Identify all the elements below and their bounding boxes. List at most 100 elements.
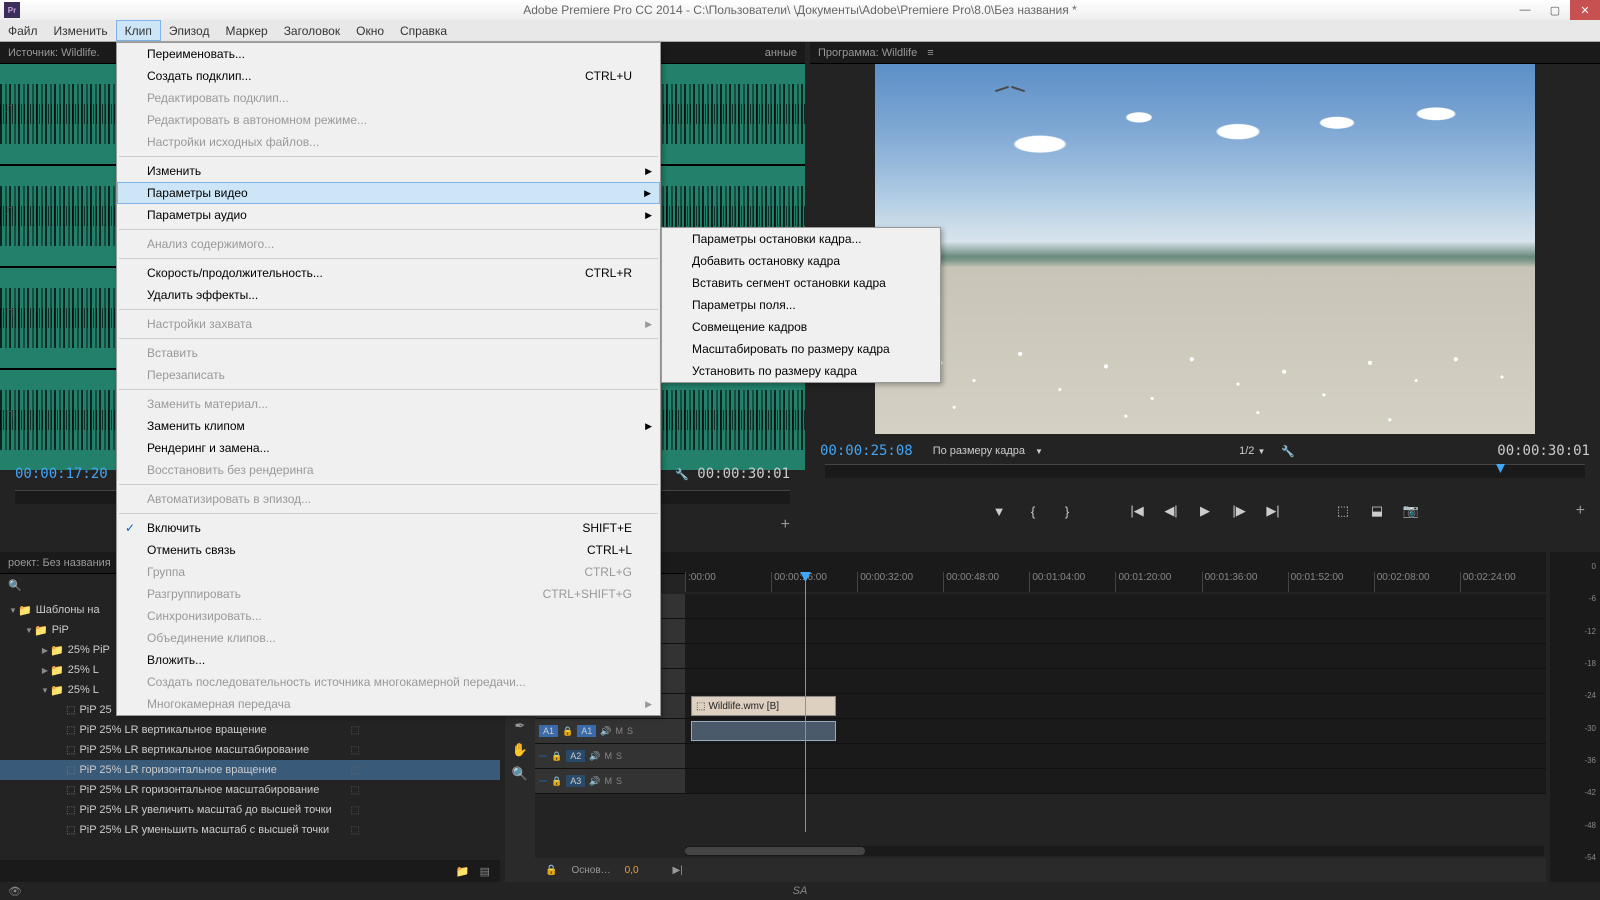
submenu-item[interactable]: Добавить остановку кадра: [662, 250, 940, 272]
source-timecode-out: 00:00:30:01: [697, 466, 790, 482]
program-panel-header[interactable]: Программа: Wildlife ≡: [810, 42, 1600, 64]
track-row[interactable]: 🔒A2🔊MS: [535, 744, 1546, 769]
tree-item[interactable]: ⬚PiP 25% LR вертикальное масштабирование…: [0, 740, 500, 760]
timeline-playhead[interactable]: [805, 572, 806, 832]
menu-item: Редактировать в автономном режиме...: [117, 109, 660, 131]
status-center: SA: [793, 885, 808, 897]
submenu-item[interactable]: Масштабировать по размеру кадра: [662, 338, 940, 360]
tree-item[interactable]: ⬚PiP 25% LR горизонтальное масштабирован…: [0, 780, 500, 800]
step-forward-icon[interactable]: |▶: [1230, 503, 1248, 519]
play-icon[interactable]: ▶: [1196, 503, 1214, 519]
submenu-item[interactable]: Вставить сегмент остановки кадра: [662, 272, 940, 294]
source-timecode-in[interactable]: 00:00:17:20: [15, 466, 108, 482]
transport-controls: ▼ { } |◀ ◀| ▶ |▶ ▶| ⬚ ⬓ 📷: [810, 496, 1600, 526]
goto-out-icon[interactable]: ▶|: [1264, 503, 1282, 519]
track-row[interactable]: 🔒A3🔊MS: [535, 769, 1546, 794]
hand-tool-icon[interactable]: ✋: [512, 742, 528, 758]
menu-item: Настройки захвата▶: [117, 313, 660, 335]
video-options-submenu: Параметры остановки кадра...Добавить ост…: [661, 227, 941, 383]
tree-item[interactable]: ⬚PiP 25% LR уменьшить масштаб с высшей т…: [0, 820, 500, 840]
menu-эпизод[interactable]: Эпизод: [161, 20, 218, 41]
audio-clip[interactable]: [691, 721, 836, 741]
zoom-tool-icon[interactable]: 🔍: [512, 766, 528, 782]
menu-item[interactable]: Параметры аудио▶: [117, 204, 660, 226]
tree-item[interactable]: ⬚PiP 25% LR вертикальное вращение⬚: [0, 720, 500, 740]
submenu-item[interactable]: Параметры поля...: [662, 294, 940, 316]
menu-item[interactable]: Скорость/продолжительность...CTRL+R: [117, 262, 660, 284]
timeline-ruler[interactable]: :00:0000:00:16:0000:00:32:0000:00:48:000…: [685, 572, 1546, 592]
menu-item[interactable]: Отменить связьCTRL+L: [117, 539, 660, 561]
pen-tool-icon[interactable]: ✒: [515, 718, 526, 734]
wrench-icon[interactable]: 🔧: [675, 468, 689, 481]
search-icon[interactable]: 🔍: [8, 579, 22, 592]
menu-item: Многокамерная передача▶: [117, 693, 660, 715]
menubar: ФайлИзменитьКлипЭпизодМаркерЗаголовокОкн…: [0, 20, 1600, 42]
close-button[interactable]: ✕: [1570, 0, 1600, 20]
menu-справка[interactable]: Справка: [392, 20, 455, 41]
timeline-panel: 🧲 ⟲ ◆ 🔧 ↖ ✒ ✋ 🔍 :00:0000:00:16:0000:00:3…: [505, 552, 1546, 882]
menu-item: Заменить материал...: [117, 393, 660, 415]
menu-item[interactable]: Создать подклип...CTRL+U: [117, 65, 660, 87]
menu-item: Синхронизировать...: [117, 605, 660, 627]
statusbar: 👁 SA: [0, 882, 1600, 900]
menu-файл[interactable]: Файл: [0, 20, 46, 41]
lift-icon[interactable]: ⬚: [1334, 503, 1352, 519]
maximize-button[interactable]: ▢: [1540, 0, 1570, 20]
footer-value[interactable]: 0,0: [625, 865, 639, 876]
chevron-down-icon: ▼: [1035, 447, 1043, 456]
timeline-panel-header[interactable]: [505, 552, 1546, 574]
menu-заголовок[interactable]: Заголовок: [276, 20, 348, 41]
program-timecode-in[interactable]: 00:00:25:08: [820, 443, 913, 459]
wrench-icon[interactable]: 🔧: [1281, 445, 1295, 458]
titlebar: Pr Adobe Premiere Pro CC 2014 - C:\Польз…: [0, 0, 1600, 20]
program-monitor[interactable]: [875, 64, 1535, 434]
submenu-item[interactable]: Совмещение кадров: [662, 316, 940, 338]
menu-item: Вставить: [117, 342, 660, 364]
goto-next-icon[interactable]: ▶|: [673, 865, 683, 876]
export-frame-icon[interactable]: 📷: [1402, 503, 1420, 519]
program-ruler[interactable]: [825, 464, 1585, 478]
tree-item[interactable]: ⬚PiP 25% LR горизонтальное вращение⬚: [0, 760, 500, 780]
menu-item[interactable]: Изменить▶: [117, 160, 660, 182]
menu-item[interactable]: Вложить...: [117, 649, 660, 671]
resolution-dropdown[interactable]: 1/2 ▼: [1239, 445, 1265, 457]
menu-маркер[interactable]: Маркер: [217, 20, 275, 41]
menu-item[interactable]: Рендеринг и замена...: [117, 437, 660, 459]
lock-icon[interactable]: 🔒: [545, 865, 557, 876]
menu-item[interactable]: Заменить клипом▶: [117, 415, 660, 437]
out-point-icon[interactable]: }: [1058, 504, 1076, 519]
menu-клип[interactable]: Клип: [116, 20, 161, 41]
app-icon: Pr: [4, 2, 20, 18]
track-row[interactable]: V1🔒V1👁●⬚Wildlife.wmv [В]: [535, 694, 1546, 719]
menu-item[interactable]: Переименовать...: [117, 43, 660, 65]
submenu-item[interactable]: Параметры остановки кадра...: [662, 228, 940, 250]
track-row[interactable]: A1🔒A1🔊MS: [535, 719, 1546, 744]
video-clip[interactable]: ⬚Wildlife.wmv [В]: [691, 696, 836, 716]
menu-item[interactable]: Параметры видео▶: [117, 182, 660, 204]
menu-item[interactable]: ✓ВключитьSHIFT+E: [117, 517, 660, 539]
new-item-icon[interactable]: ▤: [480, 865, 490, 878]
folder-icon[interactable]: 📁: [456, 865, 470, 878]
extract-icon[interactable]: ⬓: [1368, 503, 1386, 519]
zoom-dropdown[interactable]: По размеру кадра▼: [933, 445, 1043, 457]
step-back-icon[interactable]: ◀|: [1162, 503, 1180, 519]
eye-icon[interactable]: 👁: [8, 885, 22, 898]
add-button-icon[interactable]: +: [1576, 502, 1585, 520]
playhead-icon[interactable]: [1496, 464, 1505, 473]
source-tab-label: Источник: Wildlife.: [8, 47, 100, 59]
add-button-icon[interactable]: +: [781, 516, 790, 534]
source-tab-2[interactable]: анные: [765, 47, 797, 59]
goto-in-icon[interactable]: |◀: [1128, 503, 1146, 519]
minimize-button[interactable]: —: [1510, 0, 1540, 20]
in-point-icon[interactable]: {: [1024, 504, 1042, 519]
submenu-item[interactable]: Установить по размеру кадра: [662, 360, 940, 382]
menu-item[interactable]: Удалить эффекты...: [117, 284, 660, 306]
clip-menu-dropdown: Переименовать...Создать подклип...CTRL+U…: [116, 42, 661, 716]
timeline-scrollbar[interactable]: [685, 846, 1544, 856]
menu-окно[interactable]: Окно: [348, 20, 392, 41]
menu-item: Редактировать подклип...: [117, 87, 660, 109]
panel-menu-icon[interactable]: ≡: [927, 47, 933, 59]
menu-изменить[interactable]: Изменить: [46, 20, 116, 41]
tree-item[interactable]: ⬚PiP 25% LR увеличить масштаб до высшей …: [0, 800, 500, 820]
mark-in-icon[interactable]: ▼: [990, 504, 1008, 519]
